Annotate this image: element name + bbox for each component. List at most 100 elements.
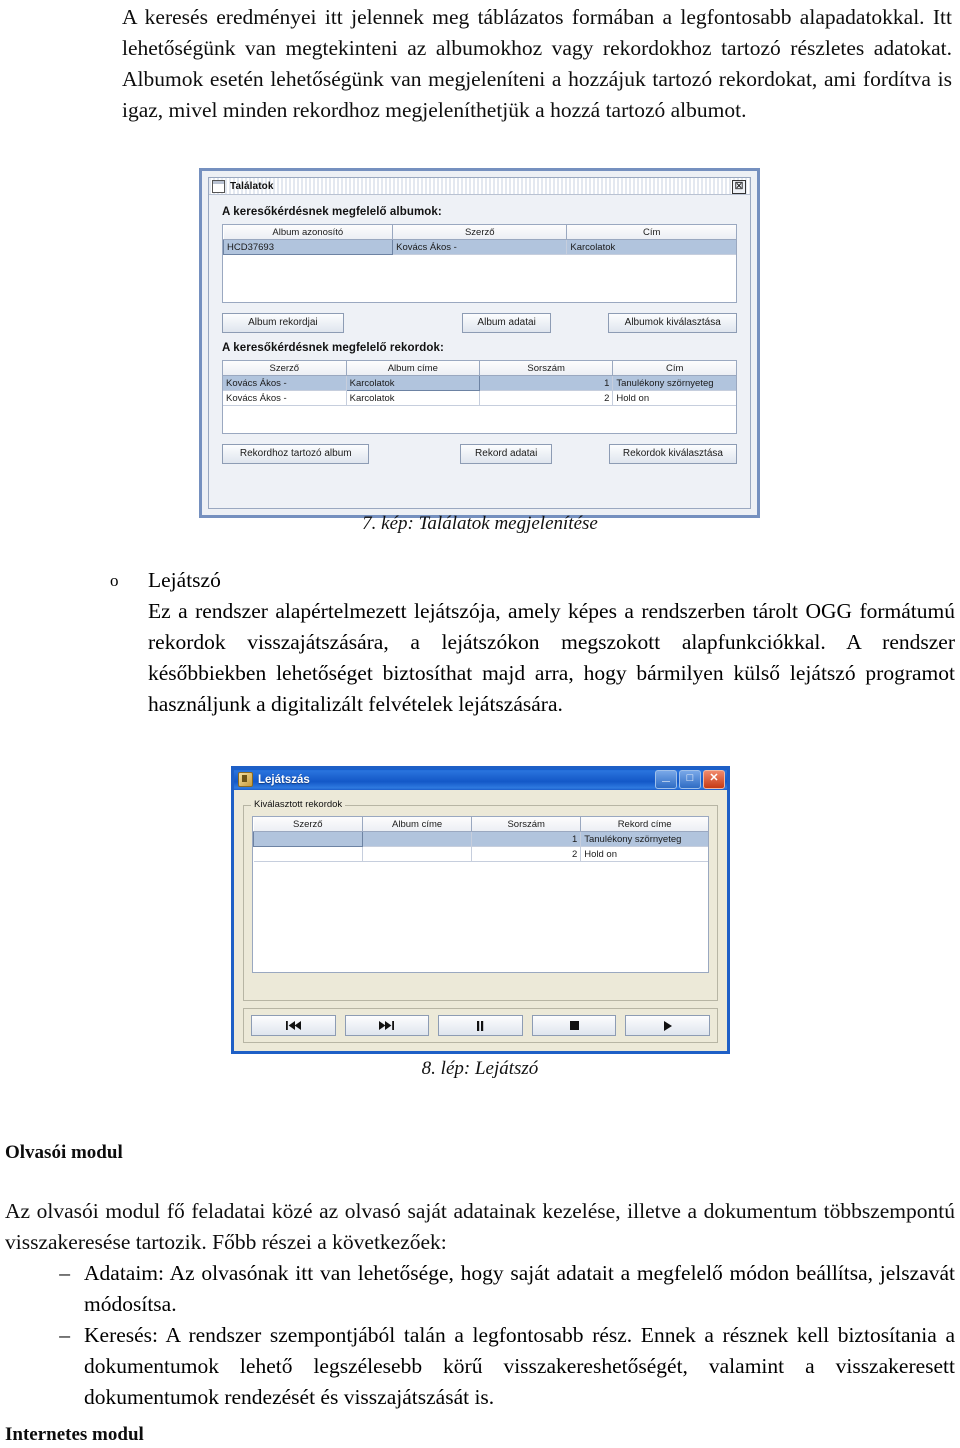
window-title: Lejátszás [258,773,310,786]
list-item-text: Keresés: A rendszer szempontjából talán … [84,1323,955,1409]
albums-section-label: A keresőkérdésnek megfelelő albumok: [222,206,442,218]
dialog-title: Találatok [230,180,274,192]
album-buttons-row: Album rekordjai Album adatai Albumok kiv… [222,313,737,333]
list-item: – Keresés: A rendszer szempontjából talá… [42,1320,955,1413]
albums-table[interactable]: Album azonosító Szerző Cím HCD37693 Ková… [222,225,736,255]
pause-button[interactable] [438,1015,523,1036]
column-header-album-title[interactable]: Album címe [346,361,480,376]
records-table-empty-area[interactable] [223,406,736,433]
cell-author[interactable] [253,846,364,862]
table-row[interactable]: 1 Tanulékony szörnyeteg [252,831,708,847]
table-row[interactable]: Kovács Ákos - Karcolatok 1 Tanulékony sz… [223,375,736,391]
lejatszo-body: Ez a rendszer alapértelmezett lejátszója… [148,599,955,716]
stop-icon [569,1021,579,1030]
cell-author[interactable]: Kovács Ákos - [392,239,568,255]
albums-table-header-row[interactable]: Album azonosító Szerző Cím [223,225,736,240]
close-icon[interactable]: ✕ [703,770,725,789]
app-icon [238,772,253,787]
lejatszo-bullet-title-row: o Lejátszó [110,565,955,596]
next-button[interactable] [344,1015,430,1036]
record-buttons-row: Rekordhoz tartozó album Rekord adatai Re… [222,444,737,464]
lejatszo-bullet-block: o Lejátszó Ez a rendszer alapértelmezett… [110,565,955,720]
records-section-label: A keresőkérdésnek megfelelő rekordok: [222,342,444,354]
intro-paragraph: A keresés eredményei itt jelennek meg tá… [122,5,952,122]
selected-records-header-row[interactable]: Szerző Album címe Sorszám Rekord címe [253,817,708,832]
panel-legend: Kiválasztott rekordok [251,799,346,810]
lejatszas-window: Lejátszás _ □ ✕ Kiválasztott rekordok Sz… [231,766,730,1054]
figure-8-caption: 8. lép: Lejátszó [421,1058,539,1079]
dialog-inner-frame: Találatok ⊠ A keresőkérdésnek megfelelő … [208,177,751,509]
selected-records-empty-area[interactable] [253,862,708,972]
column-header-author[interactable]: Szerző [392,225,568,240]
window-body: Kiválasztott rekordok Szerző Album címe … [234,790,727,1051]
selected-records-table[interactable]: Szerző Album címe Sorszám Rekord címe 1 … [252,817,708,862]
records-table-container[interactable]: Szerző Album címe Sorszám Cím Kovács Áko… [222,360,737,434]
cell-track-number[interactable]: 1 [479,375,614,391]
cell-track-number[interactable]: 2 [479,390,614,406]
select-records-button[interactable]: Rekordok kiválasztása [608,444,737,464]
selected-records-table-container[interactable]: Szerző Album címe Sorszám Rekord címe 1 … [252,816,709,973]
records-table-header-row[interactable]: Szerző Album címe Sorszám Cím [223,361,736,376]
column-header-title[interactable]: Cím [612,361,736,376]
cell-author[interactable]: Kovács Ákos - [223,375,347,391]
cell-author[interactable] [252,831,364,847]
column-header-album-id[interactable]: Album azonosító [223,225,394,240]
cell-album-title[interactable]: Karcolatok [346,390,480,406]
record-details-button[interactable]: Rekord adatai [460,444,552,464]
close-icon[interactable]: ⊠ [732,180,746,194]
cell-title[interactable]: Tanulékony szörnyeteg [612,375,736,391]
table-row[interactable]: Kovács Ákos - Karcolatok 2 Hold on [223,390,736,406]
cell-album-title[interactable] [362,831,473,847]
dash-marker-icon: – [59,1261,70,1285]
play-icon [663,1020,672,1031]
cell-title[interactable]: Karcolatok [566,239,736,255]
olvasoi-modul-list: – Adataim: Az olvasónak itt van lehetősé… [42,1258,955,1413]
table-row[interactable]: 2 Hold on [253,846,708,862]
pause-icon [476,1020,484,1031]
list-item-text: Adataim: Az olvasónak itt van lehetősége… [84,1261,955,1316]
cell-title[interactable]: Hold on [612,390,736,406]
record-album-button[interactable]: Rekordhoz tartozó album [222,444,370,464]
list-item: – Adataim: Az olvasónak itt van lehetősé… [42,1258,955,1320]
column-header-track-number[interactable]: Sorszám [471,817,582,832]
skip-back-icon [285,1021,301,1030]
maximize-icon[interactable]: □ [679,770,701,789]
column-header-title[interactable]: Cím [566,225,736,240]
olvasoi-modul-heading: Olvasói modul [5,1142,123,1163]
select-albums-button[interactable]: Albumok kiválasztása [608,313,737,333]
albums-table-empty-area[interactable] [223,255,736,302]
cell-author[interactable]: Kovács Ákos - [223,390,347,406]
play-button[interactable] [625,1015,710,1036]
internetes-modul-heading: Internetes modul [5,1424,144,1445]
cell-track-number[interactable]: 2 [471,846,582,862]
minimize-icon[interactable]: _ [655,768,677,789]
olvasoi-modul-intro: Az olvasói modul fő feladatai közé az ol… [5,1199,955,1254]
cell-album-title[interactable] [362,846,473,862]
column-header-author[interactable]: Szerző [253,817,364,832]
skip-forward-icon [379,1021,395,1030]
window-titlebar: Lejátszás _ □ ✕ [234,768,727,790]
albums-table-container[interactable]: Album azonosító Szerző Cím HCD37693 Ková… [222,224,737,303]
selected-records-panel: Kiválasztott rekordok Szerző Album címe … [243,799,718,1001]
column-header-album-title[interactable]: Album címe [362,817,473,832]
cell-record-title[interactable]: Tanulékony szörnyeteg [580,831,708,847]
column-header-track-number[interactable]: Sorszám [479,361,614,376]
cell-album-id[interactable]: HCD37693 [222,239,394,255]
talalatok-dialog: Találatok ⊠ A keresőkérdésnek megfelelő … [199,168,760,518]
records-table[interactable]: Szerző Album címe Sorszám Cím Kovács Áko… [223,361,736,406]
column-header-record-title[interactable]: Rekord címe [580,817,708,832]
dialog-titlebar: Találatok ⊠ [209,178,750,195]
previous-button[interactable] [251,1015,336,1036]
table-row[interactable]: HCD37693 Kovács Ákos - Karcolatok [222,239,736,255]
stop-button[interactable] [531,1015,617,1036]
cell-record-title[interactable]: Hold on [580,846,708,862]
column-header-author[interactable]: Szerző [223,361,347,376]
cell-album-title[interactable]: Karcolatok [345,375,480,391]
album-records-button[interactable]: Album rekordjai [222,313,344,333]
album-details-button[interactable]: Album adatai [461,313,552,333]
cell-track-number[interactable]: 1 [471,831,582,847]
figure-7-caption: 7. kép: Találatok megjelenítése [362,513,598,534]
bullet-marker-icon: o [110,571,119,590]
player-controls-bar [243,1008,718,1043]
lejatszo-title: Lejátszó [148,568,221,592]
